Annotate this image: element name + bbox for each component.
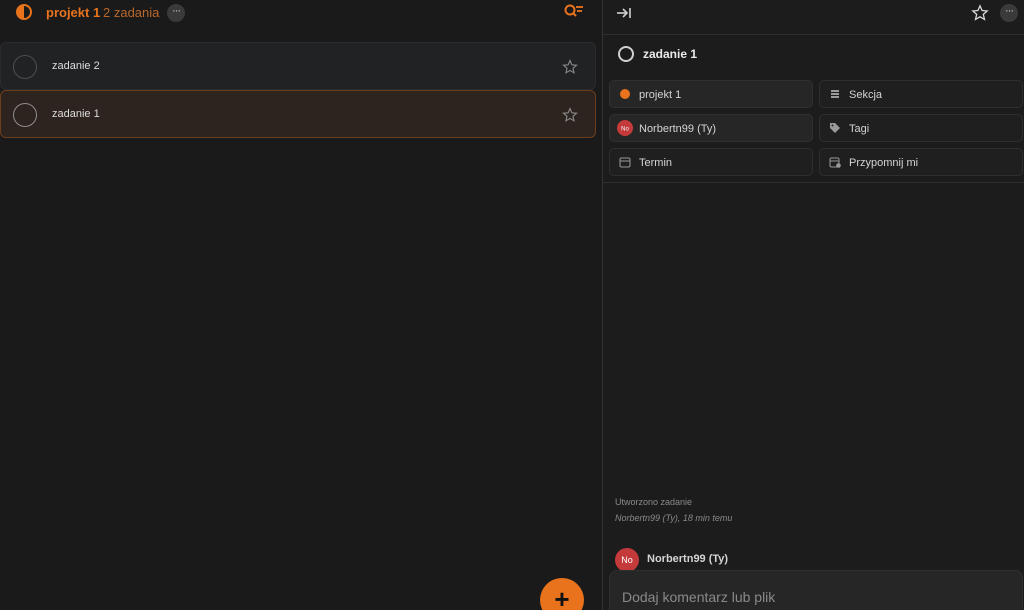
reminder-property-label: Przypomnij mi <box>849 157 919 169</box>
calendar-icon <box>619 157 631 168</box>
task-title: zadanie 2 <box>52 60 100 72</box>
task-title: zadanie 1 <box>52 108 100 120</box>
app-window: projekt 1 2 zadania ··· zadanie 2 zadani… <box>0 0 1024 610</box>
task-complete-checkbox[interactable] <box>618 46 634 62</box>
avatar: No <box>615 548 639 572</box>
task-list-panel: projekt 1 2 zadania ··· zadanie 2 zadani… <box>0 0 602 610</box>
tags-property-label: Tagi <box>849 123 870 135</box>
due-date-property[interactable]: Termin <box>609 148 813 176</box>
comment-author: Norbertn99 (Ty) <box>647 553 729 565</box>
add-task-button[interactable]: + <box>540 578 584 610</box>
project-dot-icon <box>620 89 630 99</box>
tag-icon <box>830 123 840 133</box>
task-row[interactable]: zadanie 2 <box>0 42 596 90</box>
task-detail-title[interactable]: zadanie 1 <box>643 47 697 61</box>
activity-created-text: Utworzono zadanie <box>615 497 693 507</box>
task-count: 2 zadania <box>103 5 160 20</box>
tags-property[interactable]: Tagi <box>819 114 1023 142</box>
section-property-label: Sekcja <box>849 89 883 101</box>
app-logo-icon[interactable] <box>16 4 32 20</box>
due-date-property-label: Termin <box>639 157 673 169</box>
collapse-panel-icon[interactable] <box>616 6 632 20</box>
task-detail-panel: ··· zadanie 1 projekt 1 Sekcja No Norber… <box>603 0 1024 610</box>
task-row-selected[interactable]: zadanie 1 <box>0 90 596 138</box>
activity-created-meta: Norbertn99 (Ty), 18 min temu <box>615 513 733 523</box>
assignee-property-label: Norbertn99 (Ty) <box>639 123 717 135</box>
star-icon[interactable] <box>971 4 989 22</box>
project-property[interactable]: projekt 1 <box>609 80 813 108</box>
reminder-property[interactable]: Przypomnij mi <box>819 148 1023 176</box>
reminder-calendar-icon <box>829 157 841 168</box>
task-more-button[interactable]: ··· <box>1000 4 1018 22</box>
section-property[interactable]: Sekcja <box>819 80 1023 108</box>
project-property-label: projekt 1 <box>639 89 682 101</box>
project-more-button[interactable]: ··· <box>167 4 185 22</box>
task-list-header: projekt 1 2 zadania ··· <box>0 0 602 26</box>
section-icon <box>831 90 839 98</box>
star-icon[interactable] <box>562 59 578 75</box>
divider <box>603 182 1024 183</box>
assignee-avatar-icon: No <box>617 120 633 136</box>
project-title: projekt 1 <box>46 5 101 20</box>
task-checkbox[interactable] <box>13 55 37 79</box>
divider <box>603 34 1024 35</box>
comment-box[interactable] <box>609 570 1023 610</box>
assignee-property[interactable]: No Norbertn99 (Ty) <box>609 114 813 142</box>
star-icon[interactable] <box>562 107 578 123</box>
task-checkbox[interactable] <box>13 103 37 127</box>
comment-input[interactable] <box>622 589 1002 605</box>
svg-text:No: No <box>621 127 629 133</box>
search-filter-icon[interactable] <box>564 4 584 20</box>
